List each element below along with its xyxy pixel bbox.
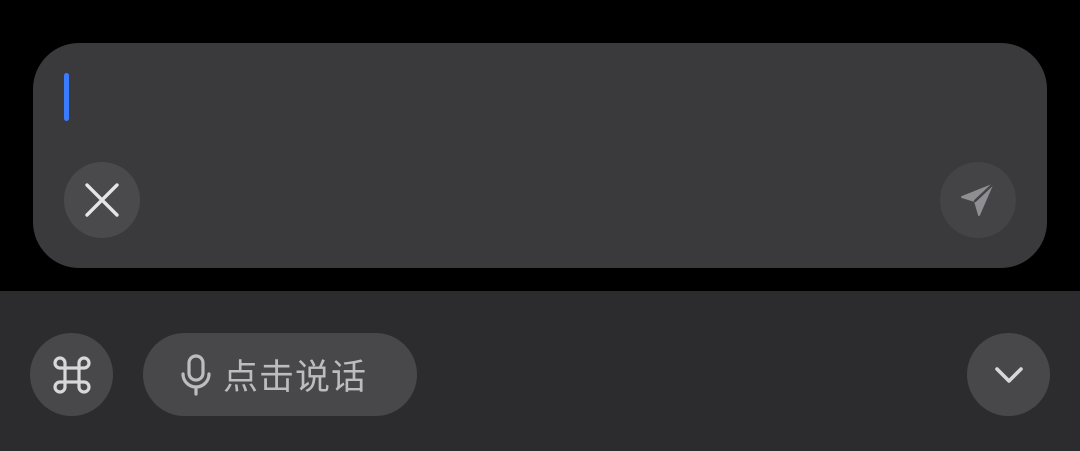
chevron-down-icon <box>989 355 1029 395</box>
keyboard-toolbar: 点击说话 <box>0 291 1080 451</box>
apps-button[interactable] <box>30 333 113 416</box>
microphone-icon <box>179 353 213 397</box>
close-button[interactable] <box>64 162 140 238</box>
message-input[interactable] <box>63 67 1017 129</box>
close-icon <box>82 180 122 220</box>
collapse-keyboard-button[interactable] <box>967 333 1050 416</box>
send-button[interactable] <box>940 162 1016 238</box>
command-icon <box>49 352 95 398</box>
hold-to-talk-label: 点击说话 <box>223 358 368 398</box>
message-composer[interactable] <box>33 43 1047 268</box>
paper-plane-icon <box>958 180 998 220</box>
text-caret <box>64 73 69 121</box>
hold-to-talk-button[interactable]: 点击说话 <box>143 333 417 416</box>
